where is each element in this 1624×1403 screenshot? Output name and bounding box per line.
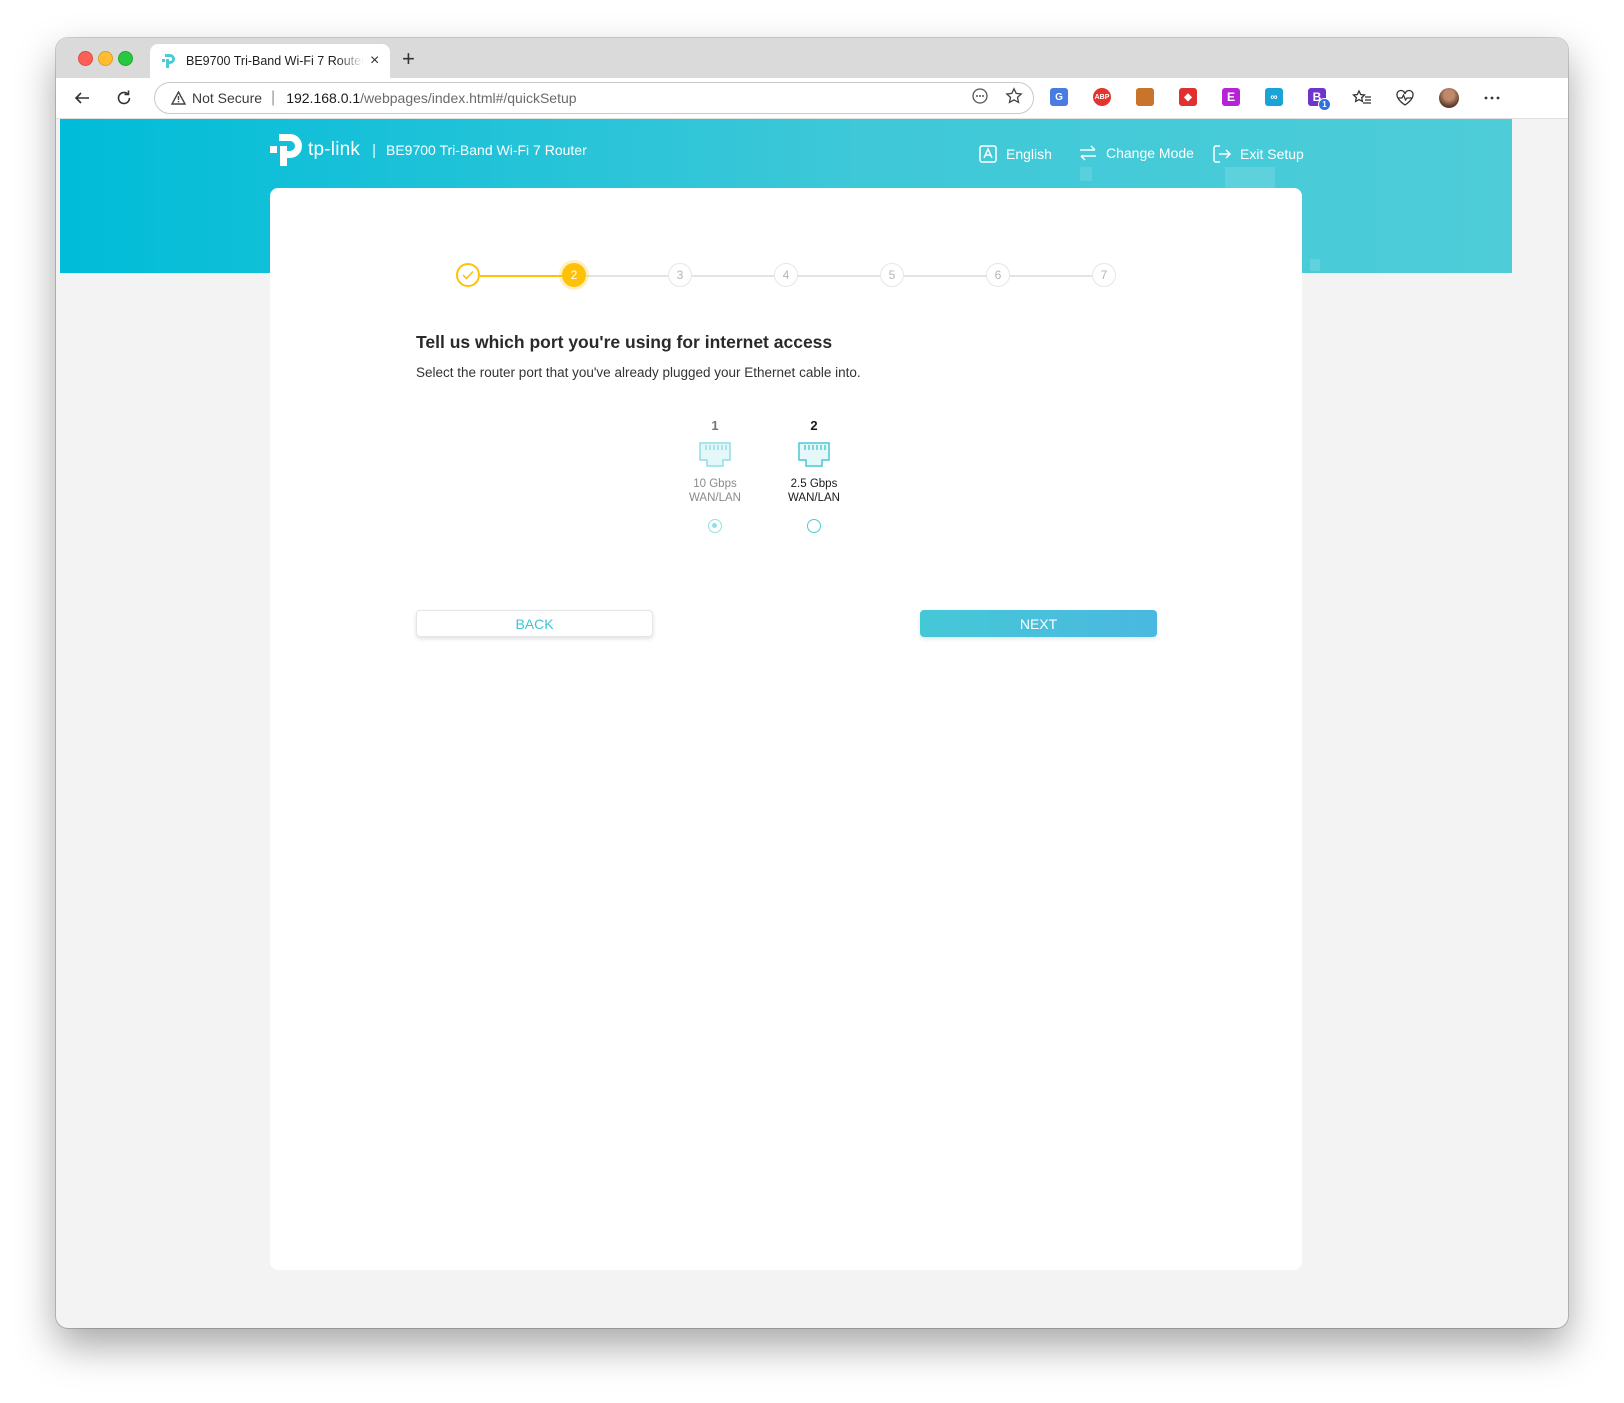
step-connector <box>1010 275 1092 277</box>
web-page: tp-link | BE9700 Tri-Band Wi-Fi 7 Router… <box>60 119 1512 1324</box>
browser-window: BE9700 Tri-Band Wi-Fi 7 Router × + Not S… <box>56 38 1568 1328</box>
step-1-completed <box>456 263 480 287</box>
page-heading: Tell us which port you're using for inte… <box>416 332 833 352</box>
step-connector <box>480 275 562 277</box>
logo-text: tp-link <box>308 139 361 160</box>
warning-triangle-icon[interactable] <box>171 91 186 105</box>
progress-stepper: 2 3 4 5 6 7 <box>456 263 1116 289</box>
profile-avatar[interactable] <box>1437 86 1461 110</box>
port-speed-label: 2.5 Gbps WAN/LAN <box>769 477 859 505</box>
port-type: WAN/LAN <box>788 492 840 504</box>
step-4: 4 <box>774 263 798 287</box>
tplink-logo: tp-link | BE9700 Tri-Band Wi-Fi 7 Router <box>270 133 587 167</box>
link-extension-icon[interactable]: ∞ <box>1265 88 1283 106</box>
port-2-radio[interactable] <box>807 519 821 533</box>
setup-card: 2 3 4 5 6 7 Tell us which port you're us… <box>270 188 1302 1270</box>
active-tab[interactable]: BE9700 Tri-Band Wi-Fi 7 Router × <box>150 44 390 78</box>
e-extension-icon[interactable]: E <box>1222 88 1240 106</box>
page-subtext: Select the router port that you've alrea… <box>416 365 861 380</box>
address-separator: | <box>271 89 276 106</box>
tab-title: BE9700 Tri-Band Wi-Fi 7 Router <box>186 54 364 68</box>
router-model: BE9700 Tri-Band Wi-Fi 7 Router <box>386 142 587 158</box>
change-mode-button[interactable]: Change Mode <box>1078 144 1194 162</box>
step-6: 6 <box>986 263 1010 287</box>
port-speed: 10 Gbps <box>693 478 737 490</box>
checkmark-icon <box>462 270 474 280</box>
favorite-star-icon[interactable] <box>1005 87 1023 110</box>
step-connector <box>586 275 668 277</box>
step-2-current: 2 <box>562 263 586 287</box>
step-5: 5 <box>880 263 904 287</box>
reload-icon[interactable] <box>112 86 136 110</box>
favorites-list-icon[interactable] <box>1350 86 1374 110</box>
language-selector[interactable]: English <box>978 144 1052 164</box>
not-secure-label[interactable]: Not Secure <box>192 90 262 106</box>
port-speed-label: 10 Gbps WAN/LAN <box>670 477 760 505</box>
close-window-button[interactable] <box>78 51 93 66</box>
step-7: 7 <box>1092 263 1116 287</box>
port-number: 1 <box>711 418 719 433</box>
step-connector <box>692 275 774 277</box>
red-tag-extension-icon[interactable]: ◆ <box>1179 88 1197 106</box>
step-connector <box>798 275 880 277</box>
address-bar[interactable]: Not Secure | 192.168.0.1/webpages/index.… <box>154 82 1034 114</box>
exit-setup-label: Exit Setup <box>1240 146 1304 162</box>
port-1-radio[interactable] <box>708 519 722 533</box>
port-number: 2 <box>810 418 818 433</box>
url-path: /webpages/index.html#/quickSetup <box>360 90 577 106</box>
ethernet-port-icon <box>670 441 760 469</box>
adblock-plus-icon[interactable]: ABP <box>1093 88 1111 106</box>
tplink-favicon-icon <box>160 52 178 70</box>
next-button[interactable]: NEXT <box>920 610 1157 637</box>
change-mode-icon <box>1080 145 1096 161</box>
tab-close-icon[interactable]: × <box>370 52 379 70</box>
port-option-1[interactable]: 1 10 Gbps WAN/LAN <box>670 418 760 533</box>
new-tab-icon[interactable]: + <box>402 46 415 72</box>
back-arrow-icon[interactable] <box>70 86 94 110</box>
logo-separator: | <box>372 141 376 159</box>
extension-badge: 1 <box>1318 98 1331 111</box>
reader-mode-icon[interactable] <box>971 87 989 110</box>
language-icon <box>979 145 997 163</box>
port-option-2[interactable]: 2 2.5 Gbps WAN/LAN <box>769 418 859 533</box>
url-host: 192.168.0.1 <box>286 90 361 106</box>
port-type: WAN/LAN <box>689 492 741 504</box>
exit-icon <box>1213 145 1232 163</box>
tplink-logo-icon <box>270 134 302 166</box>
more-menu-icon[interactable] <box>1480 86 1504 110</box>
back-button[interactable]: BACK <box>416 610 653 637</box>
browser-toolbar: Not Secure | 192.168.0.1/webpages/index.… <box>56 78 1568 119</box>
change-mode-label: Change Mode <box>1106 145 1194 161</box>
health-heart-icon[interactable] <box>1393 86 1417 110</box>
tab-strip: BE9700 Tri-Band Wi-Fi 7 Router × + <box>56 38 1568 78</box>
step-3: 3 <box>668 263 692 287</box>
maximize-window-button[interactable] <box>118 51 133 66</box>
step-connector <box>904 275 986 277</box>
ethernet-port-icon <box>769 441 859 469</box>
orange-extension-icon[interactable] <box>1136 88 1154 106</box>
port-speed: 2.5 Gbps <box>790 478 838 490</box>
translate-extension-icon[interactable]: G <box>1050 88 1068 106</box>
exit-setup-button[interactable]: Exit Setup <box>1212 144 1304 164</box>
b-extension-icon[interactable]: B 1 <box>1308 88 1331 111</box>
language-label: English <box>1006 146 1052 162</box>
minimize-window-button[interactable] <box>98 51 113 66</box>
